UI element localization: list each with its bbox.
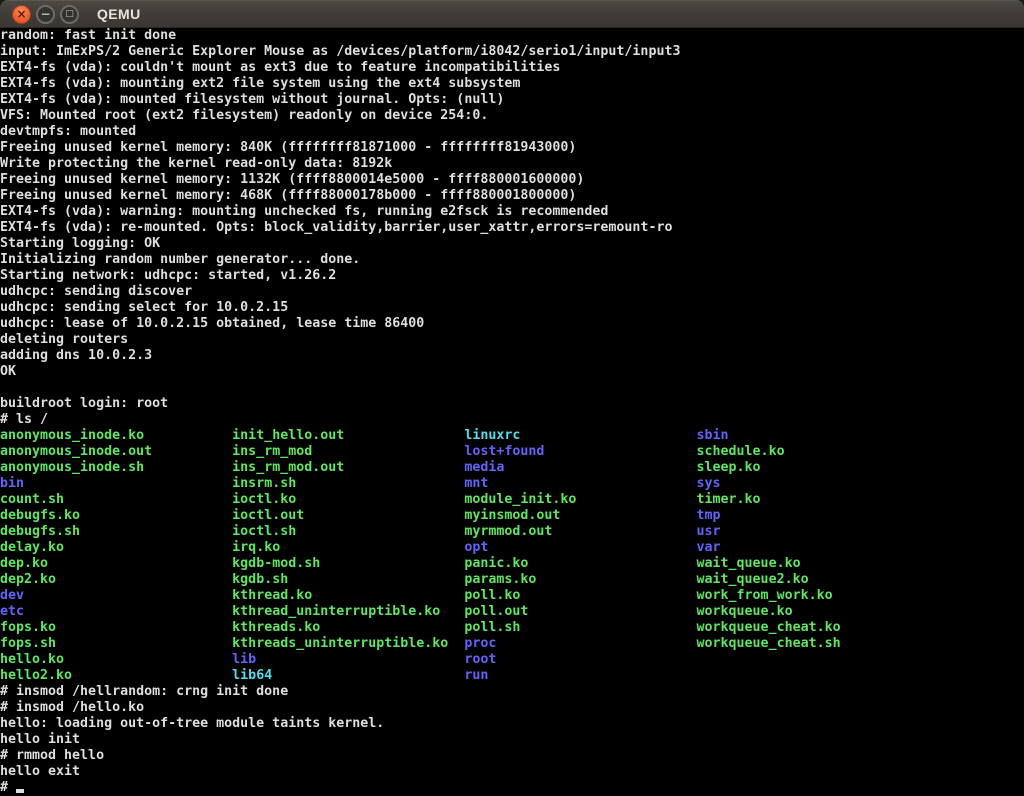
terminal-line: hello: loading out-of-tree module taints… — [0, 716, 1024, 732]
terminal-line: EXT4-fs (vda): mounted filesystem withou… — [0, 92, 1024, 108]
terminal-line: devtmpfs: mounted — [0, 124, 1024, 140]
text-cursor — [16, 789, 24, 793]
terminal-line: fops.sh kthreads_uninterruptible.ko proc… — [0, 636, 1024, 652]
terminal-line: # insmod /hello.ko — [0, 700, 1024, 716]
terminal-line: adding dns 10.0.2.3 — [0, 348, 1024, 364]
terminal-line: Initializing random number generator... … — [0, 252, 1024, 268]
maximize-button[interactable]: □ — [60, 5, 79, 24]
terminal-line: dev kthread.ko poll.ko work_from_work.ko — [0, 588, 1024, 604]
terminal-line: dep2.ko kgdb.sh params.ko wait_queue2.ko — [0, 572, 1024, 588]
terminal-line: EXT4-fs (vda): warning: mounting uncheck… — [0, 204, 1024, 220]
terminal-line: hello.ko lib root — [0, 652, 1024, 668]
maximize-icon: □ — [65, 10, 74, 19]
terminal-line: debugfs.sh ioctl.sh myrmmod.out usr — [0, 524, 1024, 540]
terminal-line: bin insrm.sh mnt sys — [0, 476, 1024, 492]
terminal-line: Starting network: udhcpc: started, v1.26… — [0, 268, 1024, 284]
terminal-line: buildroot login: root — [0, 396, 1024, 412]
terminal-line: input: ImExPS/2 Generic Explorer Mouse a… — [0, 44, 1024, 60]
terminal-line: anonymous_inode.sh ins_rm_mod.out media … — [0, 460, 1024, 476]
terminal-line: debugfs.ko ioctl.out myinsmod.out tmp — [0, 508, 1024, 524]
terminal-line: anonymous_inode.out ins_rm_mod lost+foun… — [0, 444, 1024, 460]
terminal-line: # rmmod hello — [0, 748, 1024, 764]
terminal-line: fops.ko kthreads.ko poll.sh workqueue_ch… — [0, 620, 1024, 636]
terminal-line: EXT4-fs (vda): re-mounted. Opts: block_v… — [0, 220, 1024, 236]
terminal-line: udhcpc: sending discover — [0, 284, 1024, 300]
terminal-screen[interactable]: random: fast init doneinput: ImExPS/2 Ge… — [0, 28, 1024, 796]
minimize-button[interactable]: − — [36, 5, 55, 24]
terminal-line: etc kthread_uninterruptible.ko poll.out … — [0, 604, 1024, 620]
terminal-line: udhcpc: lease of 10.0.2.15 obtained, lea… — [0, 316, 1024, 332]
terminal-line: VFS: Mounted root (ext2 filesystem) read… — [0, 108, 1024, 124]
terminal-line: # — [0, 780, 1024, 796]
terminal-line: OK — [0, 364, 1024, 380]
terminal-line: random: fast init done — [0, 28, 1024, 44]
terminal-line — [0, 380, 1024, 396]
terminal-line: Freeing unused kernel memory: 840K (ffff… — [0, 140, 1024, 156]
terminal-line: count.sh ioctl.ko module_init.ko timer.k… — [0, 492, 1024, 508]
terminal-line: Freeing unused kernel memory: 468K (ffff… — [0, 188, 1024, 204]
terminal-line: anonymous_inode.ko init_hello.out linuxr… — [0, 428, 1024, 444]
terminal-line: # insmod /hellrandom: crng init done — [0, 684, 1024, 700]
terminal-line: EXT4-fs (vda): couldn't mount as ext3 du… — [0, 60, 1024, 76]
terminal-line: hello init — [0, 732, 1024, 748]
terminal-line: delay.ko irq.ko opt var — [0, 540, 1024, 556]
minimize-icon: − — [40, 8, 50, 20]
terminal-line: dep.ko kgdb-mod.sh panic.ko wait_queue.k… — [0, 556, 1024, 572]
terminal-line: # ls / — [0, 412, 1024, 428]
titlebar[interactable]: × − □ QEMU — [0, 0, 1024, 28]
terminal-line: EXT4-fs (vda): mounting ext2 file system… — [0, 76, 1024, 92]
close-button[interactable]: × — [12, 5, 31, 24]
terminal-line: Freeing unused kernel memory: 1132K (fff… — [0, 172, 1024, 188]
close-icon: × — [16, 8, 26, 20]
terminal-line: udhcpc: sending select for 10.0.2.15 — [0, 300, 1024, 316]
terminal-line: Starting logging: OK — [0, 236, 1024, 252]
terminal-line: hello exit — [0, 764, 1024, 780]
terminal-line: deleting routers — [0, 332, 1024, 348]
terminal-line: Write protecting the kernel read-only da… — [0, 156, 1024, 172]
terminal-line: hello2.ko lib64 run — [0, 668, 1024, 684]
qemu-window: × − □ QEMU random: fast init doneinput: … — [0, 0, 1024, 796]
window-title: QEMU — [97, 6, 141, 22]
